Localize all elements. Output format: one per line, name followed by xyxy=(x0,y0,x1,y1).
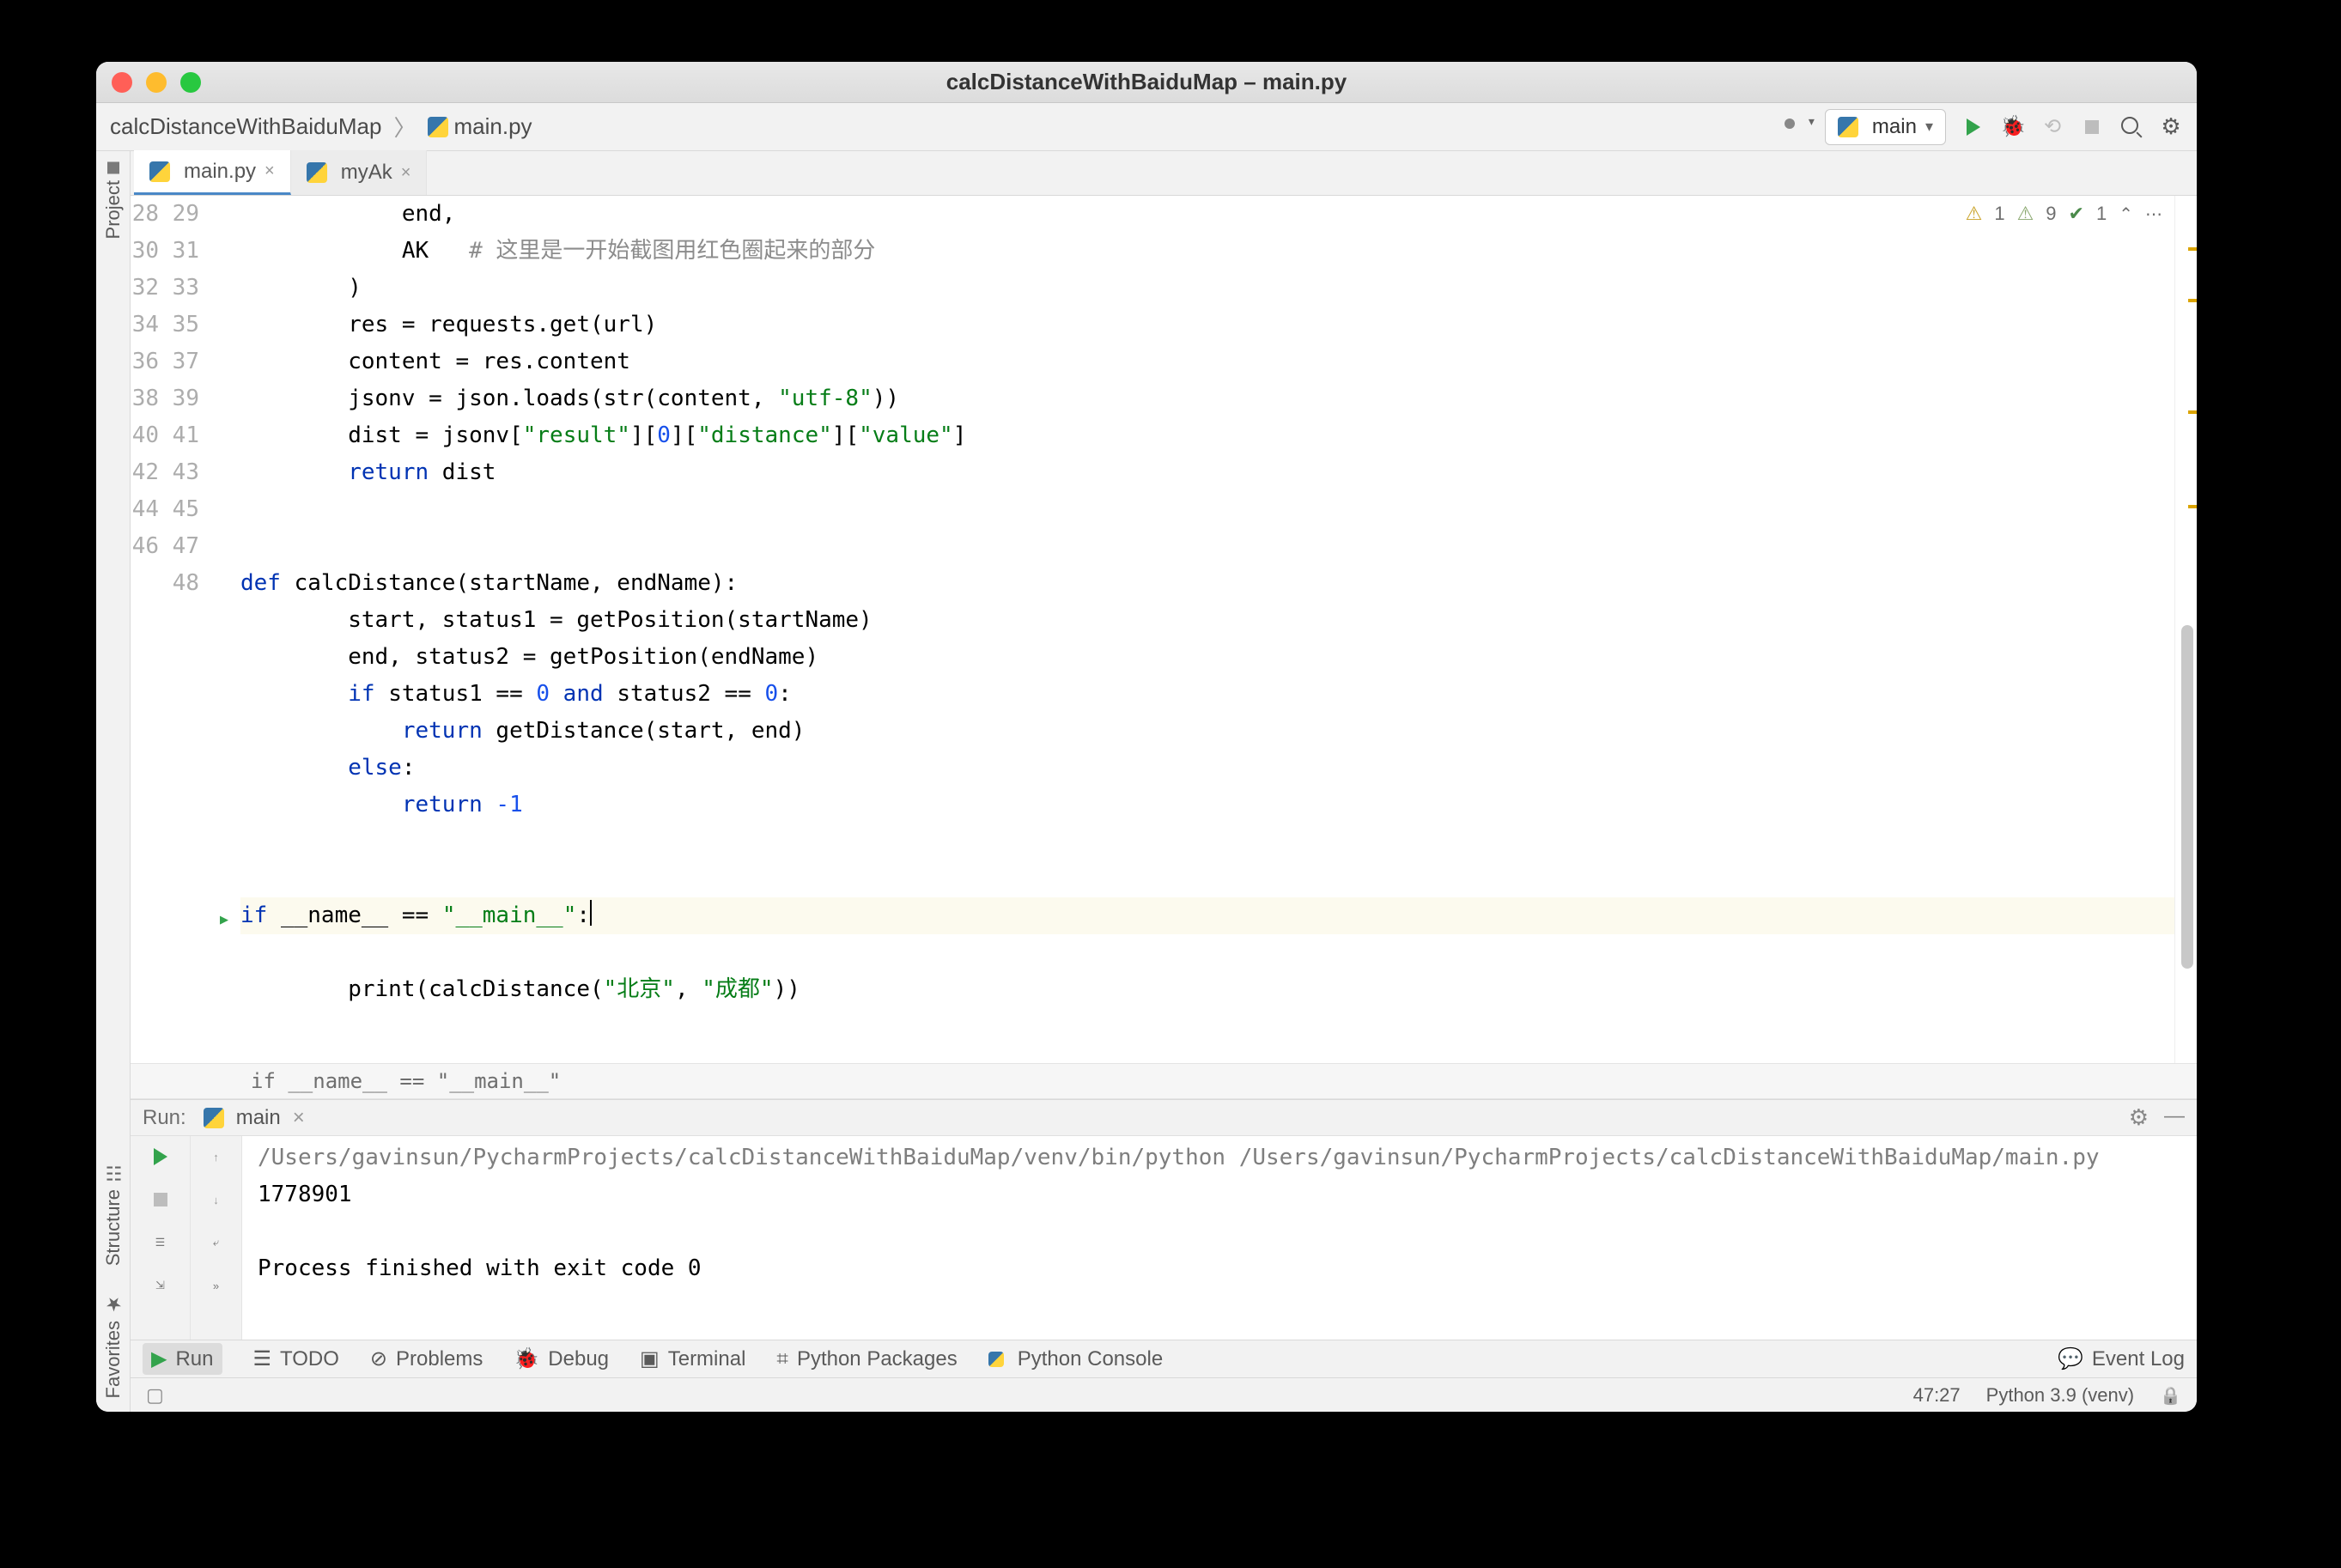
tool-python-console[interactable]: Python Console xyxy=(988,1347,1163,1371)
tool-python-packages[interactable]: ⌗Python Packages xyxy=(776,1347,957,1371)
fold-gutter[interactable]: ▶ xyxy=(216,196,240,1063)
run-settings-icon[interactable] xyxy=(2129,1104,2149,1131)
titlebar: calcDistanceWithBaiduMap – main.py xyxy=(96,62,2197,103)
chevron-right-icon: 〉 xyxy=(393,111,416,143)
code-content[interactable]: end, AK # 这里是一开始截图用红色圈起来的部分 ) res = requ… xyxy=(240,196,2197,1063)
tool-problems[interactable]: ⊘Problems xyxy=(370,1346,483,1371)
python-icon xyxy=(988,1352,1004,1367)
status-bar: 47:27 Python 3.9 (venv) xyxy=(131,1377,2197,1412)
scrollbar-thumb[interactable] xyxy=(2181,625,2193,969)
more-inspections-icon[interactable] xyxy=(2145,203,2162,225)
python-file-icon xyxy=(307,162,327,183)
run-config-tab[interactable]: main × xyxy=(204,1106,305,1130)
structure-icon: ☷ xyxy=(102,1161,125,1182)
lock-icon[interactable] xyxy=(2160,1384,2181,1407)
stop-run-button[interactable] xyxy=(149,1188,173,1212)
hide-run-icon[interactable]: — xyxy=(2164,1104,2185,1131)
breadcrumb-file[interactable]: main.py xyxy=(428,113,532,140)
run-line-marker-icon[interactable]: ▶ xyxy=(220,913,228,927)
down-stack-button[interactable]: ↓ xyxy=(204,1188,228,1212)
run-button[interactable] xyxy=(1961,115,1985,139)
up-stack-button[interactable]: ↑ xyxy=(204,1145,228,1169)
run-header: Run: main × — xyxy=(131,1100,2197,1136)
run-label: Run: xyxy=(143,1106,186,1130)
folder-icon xyxy=(107,161,119,173)
breadcrumb[interactable]: calcDistanceWithBaiduMap 〉 main.py xyxy=(110,111,532,143)
checkmark-icon: ✔ xyxy=(2069,203,2084,225)
python-icon xyxy=(204,1108,224,1128)
toolbar-actions: ▾ main ▾ 🐞 xyxy=(1779,109,2183,145)
scrollbar[interactable] xyxy=(2174,196,2197,1063)
chevron-down-icon: ▾ xyxy=(1925,118,1933,136)
tool-todo[interactable]: ☰TODO xyxy=(253,1346,339,1371)
scroll-end-button[interactable]: » xyxy=(204,1273,228,1298)
tool-debug[interactable]: 🐞Debug xyxy=(514,1346,609,1371)
navigation-bar: calcDistanceWithBaiduMap 〉 main.py ▾ mai… xyxy=(96,103,2197,151)
typo-icon: ⚠ xyxy=(2017,203,2034,225)
console-output[interactable]: /Users/gavinsun/PycharmProjects/calcDist… xyxy=(242,1136,2197,1340)
project-tool-tab[interactable]: Project xyxy=(102,161,125,239)
editor-split: ⚠1 ⚠9 ✔1 28 29 30 31 32 33 34 35 36 37 3… xyxy=(131,196,2197,1412)
close-tab-icon[interactable]: × xyxy=(401,163,411,183)
python-file-icon xyxy=(149,161,170,182)
close-tab-icon[interactable]: × xyxy=(265,161,275,181)
editor-tabs: main.py × myAk × xyxy=(131,151,2197,196)
structure-tool-tab[interactable]: Structure☷ xyxy=(102,1161,125,1266)
tab-myak[interactable]: myAk × xyxy=(291,150,428,195)
breadcrumb-project[interactable]: calcDistanceWithBaiduMap xyxy=(110,113,381,140)
bottom-tool-bar: ▶Run ☰TODO ⊘Problems 🐞Debug ▣Terminal ⌗P… xyxy=(131,1340,2197,1377)
inspection-summary[interactable]: ⚠1 ⚠9 ✔1 xyxy=(1966,203,2162,225)
settings-button[interactable] xyxy=(2159,115,2183,139)
run-config-selector[interactable]: main ▾ xyxy=(1825,109,1946,145)
status-box-icon[interactable] xyxy=(146,1384,164,1407)
tool-run[interactable]: ▶Run xyxy=(143,1343,222,1375)
warning-icon: ⚠ xyxy=(1966,203,1983,225)
run-action-bar-2: ↑ ↓ ⤶ » xyxy=(191,1136,242,1340)
window-title: calcDistanceWithBaiduMap – main.py xyxy=(96,69,2197,95)
run-config-name: main xyxy=(1872,115,1917,139)
tool-terminal[interactable]: ▣Terminal xyxy=(640,1346,745,1371)
run-action-bar: ☰ ⇲ xyxy=(131,1136,191,1340)
interpreter-status[interactable]: Python 3.9 (venv) xyxy=(1986,1384,2134,1407)
run-tool-window: Run: main × — xyxy=(131,1099,2197,1340)
run-with-coverage-button[interactable] xyxy=(2040,115,2064,139)
editor-stack: main.py × myAk × ⚠1 ⚠9 ✔1 xyxy=(131,151,2197,1412)
code-editor[interactable]: ⚠1 ⚠9 ✔1 28 29 30 31 32 33 34 35 36 37 3… xyxy=(131,196,2197,1063)
text-caret xyxy=(590,900,592,926)
editor-breadcrumb[interactable]: if __name__ == "__main__" xyxy=(131,1063,2197,1099)
caret-position[interactable]: 47:27 xyxy=(1913,1384,1961,1407)
ide-window: calcDistanceWithBaiduMap – main.py calcD… xyxy=(96,62,2197,1412)
line-number-gutter[interactable]: 28 29 30 31 32 33 34 35 36 37 38 39 40 4… xyxy=(131,196,216,1063)
rerun-button[interactable] xyxy=(149,1145,173,1169)
pin-button[interactable]: ⇲ xyxy=(149,1273,173,1298)
close-run-tab-icon[interactable]: × xyxy=(293,1106,305,1130)
star-icon: ★ xyxy=(102,1292,125,1314)
stop-button[interactable] xyxy=(2080,115,2104,139)
search-everywhere-button[interactable] xyxy=(2119,115,2143,139)
python-file-icon xyxy=(428,117,448,137)
left-tool-strip: Project Structure☷ Favorites★ xyxy=(96,151,131,1412)
tab-main-py[interactable]: main.py × xyxy=(134,150,291,195)
python-icon xyxy=(1838,117,1858,137)
tool-event-log[interactable]: 💬Event Log xyxy=(2058,1346,2185,1371)
collapse-inspections-icon[interactable] xyxy=(2119,203,2133,225)
main-area: Project Structure☷ Favorites★ main.py × … xyxy=(96,151,2197,1412)
favorites-tool-tab[interactable]: Favorites★ xyxy=(102,1292,125,1398)
soft-wrap-button[interactable]: ⤶ xyxy=(204,1231,228,1255)
debug-button[interactable]: 🐞 xyxy=(2001,115,2025,139)
run-body: ☰ ⇲ ↑ ↓ ⤶ » /Users/gavinsun/PycharmProje… xyxy=(131,1136,2197,1340)
layout-button[interactable]: ☰ xyxy=(149,1231,173,1255)
